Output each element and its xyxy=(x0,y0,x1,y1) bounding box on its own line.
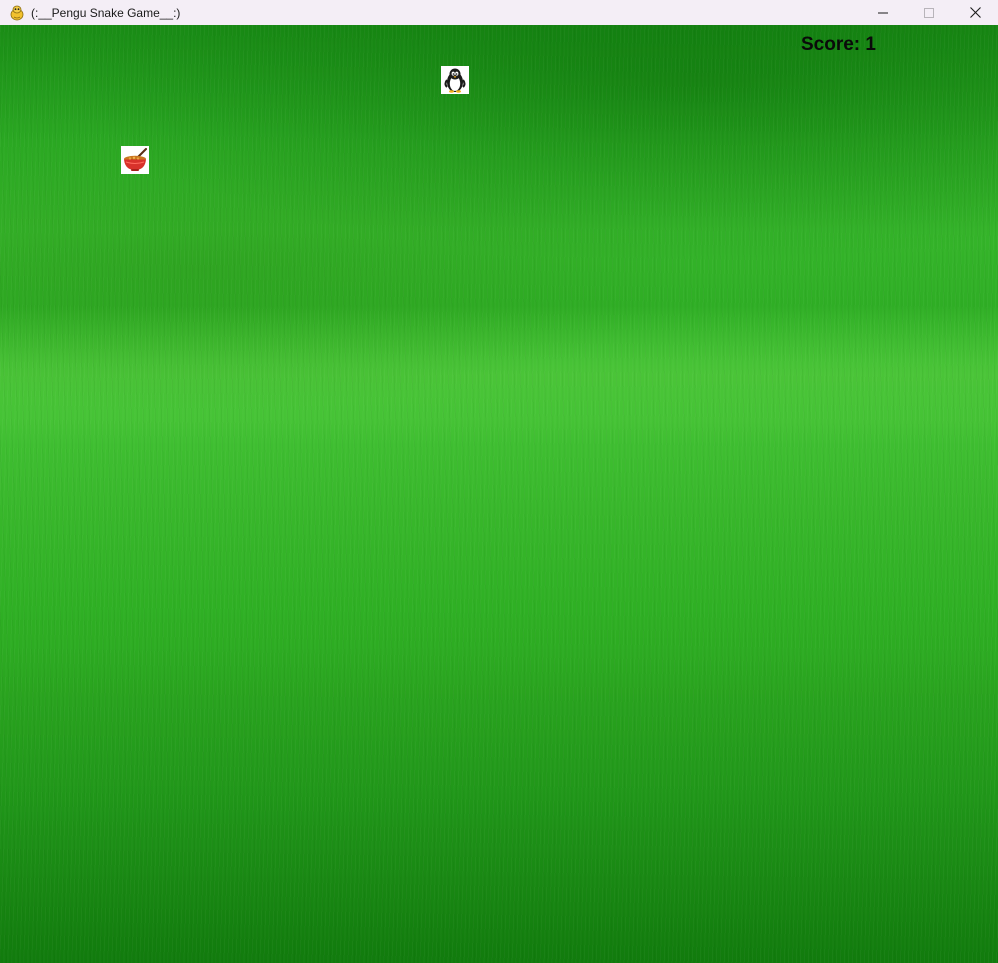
maximize-icon xyxy=(924,7,934,18)
noodle-bowl-icon xyxy=(124,148,147,171)
close-icon xyxy=(969,7,981,18)
maximize-button[interactable] xyxy=(906,0,952,25)
penguin-snake-head xyxy=(441,66,469,94)
game-canvas[interactable]: Score: 1 xyxy=(0,25,998,963)
title-bar[interactable]: (:__Pengu Snake Game__:) xyxy=(0,0,998,25)
pygame-snake-icon xyxy=(9,5,25,21)
window-controls xyxy=(860,0,998,25)
grass-texture xyxy=(0,25,998,963)
close-button[interactable] xyxy=(952,0,998,25)
score-display: Score: 1 xyxy=(801,34,876,55)
penguin-icon xyxy=(444,68,466,93)
grass-bottom-band xyxy=(0,645,998,963)
food-item xyxy=(121,146,149,174)
window-title: (:__Pengu Snake Game__:) xyxy=(31,5,181,20)
grass-light-band xyxy=(0,305,998,445)
minimize-icon xyxy=(878,12,888,13)
game-window: (:__Pengu Snake Game__:) Score: 1 xyxy=(0,0,998,963)
minimize-button[interactable] xyxy=(860,0,906,25)
